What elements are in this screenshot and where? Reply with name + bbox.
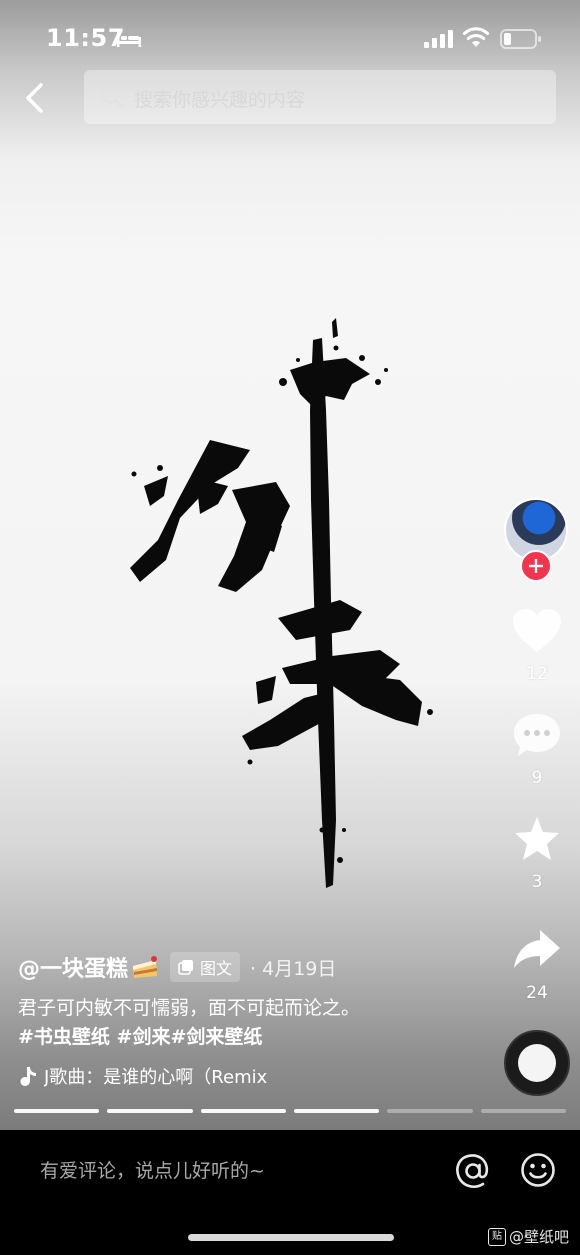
- post-type-label: 图文: [200, 959, 233, 978]
- speech-bubble-icon[interactable]: [510, 710, 564, 760]
- share-count: 24: [526, 983, 548, 1003]
- comment-count: 9: [531, 768, 543, 788]
- post-caption: 君子可内敏不可懦弱，面不可起而论之。: [18, 997, 361, 1019]
- sleep-mode-icon: [117, 32, 141, 47]
- calligraphy-artwork: [130, 318, 433, 888]
- follow-button[interactable]: [520, 550, 552, 582]
- music-title: J歌曲：是谁的心啊（Remix: [44, 1067, 268, 1088]
- music-note-icon: [20, 1067, 36, 1086]
- favorite-count: 3: [531, 872, 543, 892]
- music-row[interactable]: J歌曲：是谁的心啊（Remix: [18, 1062, 314, 1090]
- progress-segment: [480, 1109, 566, 1113]
- search-placeholder: 搜索你感兴趣的内容: [134, 89, 306, 111]
- post-info: @一块蛋糕 图文 · 4月19日 君子可内敏不可懦弱，面不可起而论之。 #书虫壁…: [18, 950, 488, 1090]
- watermark-logo: 贴: [488, 1227, 506, 1246]
- progress-segment: [200, 1109, 286, 1113]
- image-post-icon: [178, 960, 194, 975]
- wifi-icon: [462, 27, 490, 47]
- post-date: · 4月19日: [250, 957, 337, 980]
- disc-cover: [518, 1044, 556, 1082]
- status-time: 11:57: [46, 24, 125, 52]
- search-icon: [101, 86, 124, 109]
- comment-input[interactable]: 有爱评论，说点儿好听的~: [40, 1156, 265, 1183]
- progress-segment: [14, 1109, 100, 1113]
- plus-icon: [529, 559, 543, 573]
- watermark-text: @壁纸吧: [509, 1228, 570, 1246]
- heart-icon[interactable]: [510, 606, 564, 656]
- post-type-badge: 图文: [170, 952, 241, 982]
- comment-bar: 有爱评论，说点儿好听的~ 贴 @壁纸吧: [0, 1130, 580, 1255]
- post-hashtags[interactable]: #书虫壁纸 #剑来#剑来壁纸: [18, 1022, 488, 1052]
- search-input[interactable]: 搜索你感兴趣的内容: [84, 70, 556, 124]
- author-row: @一块蛋糕 图文 · 4月19日: [18, 950, 488, 984]
- cake-icon: [133, 956, 158, 978]
- like-count: 12: [526, 664, 548, 684]
- home-indicator[interactable]: [188, 1234, 394, 1241]
- status-bar: 11:57: [0, 0, 580, 78]
- image-progress: [14, 1109, 566, 1114]
- music-disc[interactable]: [504, 1030, 570, 1096]
- cellular-signal-icon: [424, 30, 453, 48]
- star-icon[interactable]: [510, 814, 564, 864]
- at-icon[interactable]: [454, 1152, 492, 1190]
- smiley-icon[interactable]: [520, 1152, 556, 1188]
- progress-segment: [293, 1109, 380, 1113]
- battery-icon: [500, 29, 541, 49]
- progress-segment: [107, 1109, 193, 1113]
- watermark: 贴 @壁纸吧: [488, 1226, 569, 1247]
- post-viewer: 11:57 搜索你感兴趣的内容 12 9 3 24 @一块蛋糕 图文 · 4月1…: [0, 0, 580, 1130]
- author-name[interactable]: @一块蛋糕: [18, 951, 128, 983]
- progress-segment: [387, 1109, 473, 1113]
- back-icon[interactable]: [18, 80, 54, 116]
- share-arrow-icon[interactable]: [510, 924, 564, 974]
